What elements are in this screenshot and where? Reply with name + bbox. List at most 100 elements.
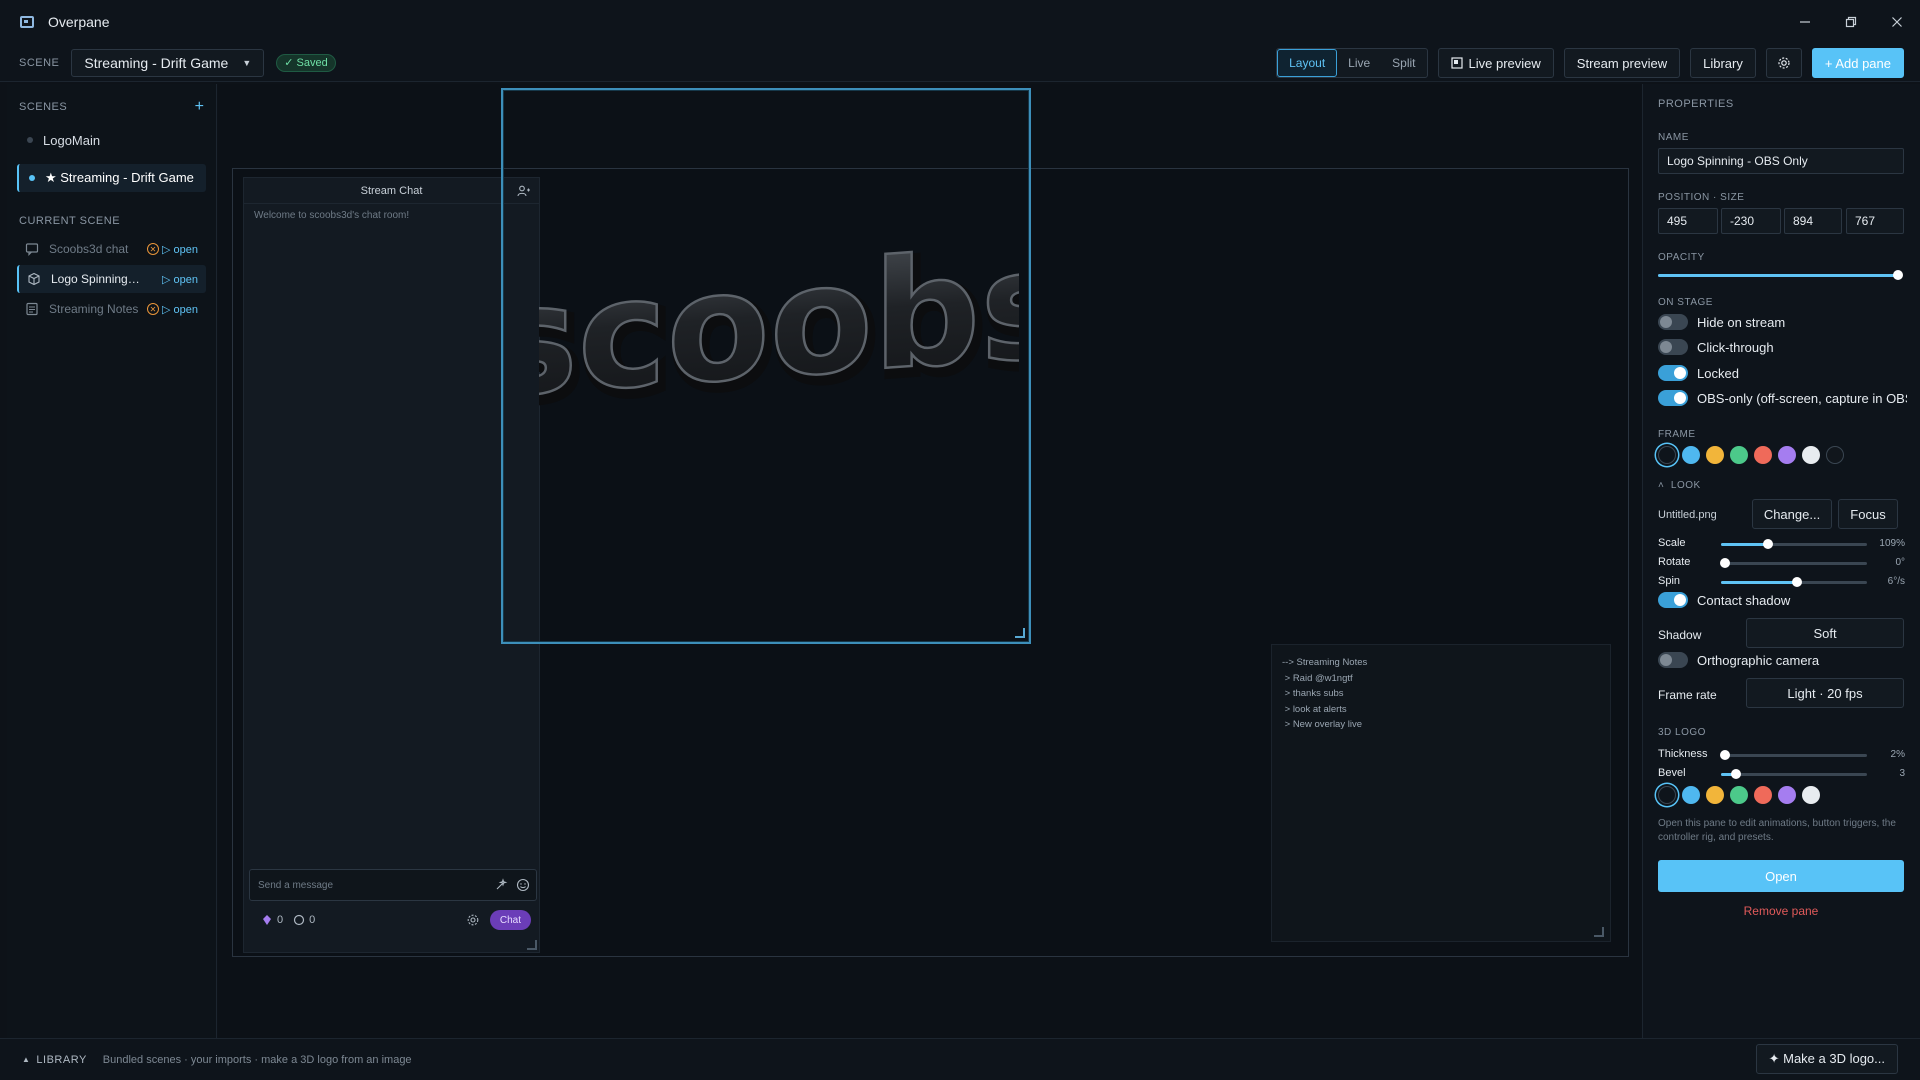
remove-pane-link[interactable]: Remove pane <box>1658 904 1904 918</box>
scale-slider-knob[interactable] <box>1762 539 1773 549</box>
opacity-slider-knob[interactable] <box>1893 270 1903 280</box>
logo-color-swatch[interactable] <box>1730 786 1748 804</box>
frame-color-swatch[interactable] <box>1754 446 1772 464</box>
scale-slider[interactable] <box>1721 539 1867 549</box>
thickness-value: 2% <box>1890 749 1905 760</box>
open-pane-button[interactable]: Open <box>1658 860 1904 892</box>
scenes-header: SCENES + <box>7 84 216 116</box>
emoji-icon[interactable] <box>516 878 530 892</box>
orthographic-camera-toggle[interactable] <box>1658 652 1688 668</box>
spin-slider[interactable] <box>1721 577 1867 587</box>
logo-color-swatch[interactable] <box>1682 786 1700 804</box>
caret-up-icon: ▲ <box>22 1055 31 1064</box>
caret-down-icon: ▼ <box>242 57 252 68</box>
pane-item-logo-spinning[interactable]: Logo Spinning - OBS Only ▷ open <box>17 265 206 293</box>
open-pane-link[interactable]: ▷ open <box>162 303 198 316</box>
logo-color-swatch[interactable] <box>1778 786 1796 804</box>
pane-item-notes[interactable]: Streaming Notes ✕ ▷ open <box>17 295 206 323</box>
mode-live[interactable]: Live <box>1337 49 1381 77</box>
open-pane-link[interactable]: ▷ open <box>162 273 198 286</box>
frame-color-swatch[interactable] <box>1802 446 1820 464</box>
logo-pane-selection[interactable]: scoobs scoobs <box>501 88 1031 644</box>
chat-pane[interactable]: Stream Chat Welcome to scoobs3d's chat r… <box>243 177 540 953</box>
hide-on-stream-toggle[interactable] <box>1658 314 1688 330</box>
resize-handle[interactable] <box>1015 628 1025 638</box>
logo-color-swatch[interactable] <box>1754 786 1772 804</box>
live-preview-button[interactable]: Live preview <box>1437 48 1554 78</box>
stream-preview-button[interactable]: Stream preview <box>1563 48 1681 78</box>
logo-3d: scoobs scoobs <box>539 250 1019 410</box>
points-count-value: 0 <box>309 914 316 926</box>
frame-rate-label: Frame rate <box>1658 688 1717 702</box>
scene-item-streaming-drift-game[interactable]: ★ Streaming - Drift Game <box>17 164 206 192</box>
frame-color-swatch[interactable] <box>1730 446 1748 464</box>
bevel-slider[interactable] <box>1721 769 1867 779</box>
live-preview-label: Live preview <box>1468 55 1541 71</box>
click-through-toggle[interactable] <box>1658 339 1688 355</box>
gear-icon[interactable] <box>466 913 480 927</box>
scene-item-logomain[interactable]: LogoMain <box>17 126 206 154</box>
pane-item-chat[interactable]: Scoobs3d chat ✕ ▷ open <box>17 235 206 263</box>
library-subtitle: Bundled scenes · your imports · make a 3… <box>102 1053 412 1066</box>
spin-slider-knob[interactable] <box>1791 577 1802 587</box>
logo-color-swatch[interactable] <box>1802 786 1820 804</box>
bevel-slider-knob[interactable] <box>1730 769 1741 779</box>
frame-color-swatch[interactable] <box>1658 446 1676 464</box>
obs-only-toggle[interactable] <box>1658 390 1688 406</box>
rotate-value: 0° <box>1895 557 1905 568</box>
minimize-button[interactable] <box>1782 0 1828 44</box>
sparkle-icon[interactable] <box>494 878 508 892</box>
chat-icon <box>25 242 39 256</box>
preview-icon <box>1450 57 1463 69</box>
rotate-slider[interactable] <box>1720 558 1867 568</box>
sidebar: SCENES + LogoMain ★ Streaming - Drift Ga… <box>7 84 217 1038</box>
opacity-slider[interactable] <box>1658 270 1903 280</box>
scale-label: Scale <box>1658 537 1686 549</box>
scene-item-label: LogoMain <box>43 132 101 148</box>
logo-color-swatch[interactable] <box>1658 786 1676 804</box>
library-button[interactable]: Library <box>1690 48 1756 78</box>
open-pane-link[interactable]: ▷ open <box>162 243 198 256</box>
add-pane-button[interactable]: + Add pane <box>1811 48 1904 78</box>
chat-send-button[interactable]: Chat <box>489 910 531 930</box>
restore-button[interactable] <box>1828 0 1874 44</box>
make-3d-logo-button[interactable]: ✦ Make a 3D logo... <box>1755 1044 1898 1074</box>
frame-color-swatch[interactable] <box>1826 446 1844 464</box>
mode-layout[interactable]: Layout <box>1277 49 1338 77</box>
scenes-label: SCENES <box>19 101 68 113</box>
contact-shadow-toggle[interactable] <box>1658 592 1688 608</box>
chat-message-input[interactable]: Send a message <box>249 869 537 901</box>
change-image-button[interactable]: Change... <box>1752 499 1832 529</box>
current-scene-label: CURRENT SCENE <box>19 215 121 227</box>
frame-color-swatch[interactable] <box>1778 446 1796 464</box>
position-x-input[interactable]: 495 <box>1658 208 1718 234</box>
shadow-select[interactable]: Soft <box>1746 618 1904 648</box>
mode-switch: Layout Live Split <box>1276 48 1428 78</box>
frame-color-swatch[interactable] <box>1682 446 1700 464</box>
mode-split[interactable]: Split <box>1381 49 1426 77</box>
name-label: NAME <box>1658 132 1689 143</box>
name-input[interactable]: Logo Spinning - OBS Only <box>1658 148 1904 174</box>
position-y-input[interactable]: -230 <box>1721 208 1781 234</box>
notes-pane[interactable]: --> Streaming Notes > Raid @w1ngtf > tha… <box>1271 644 1611 942</box>
width-input[interactable]: 894 <box>1784 208 1842 234</box>
settings-button[interactable] <box>1765 48 1802 78</box>
add-scene-icon[interactable]: + <box>195 98 204 116</box>
thickness-slider-knob[interactable] <box>1720 750 1731 760</box>
rotate-label: Rotate <box>1658 556 1691 568</box>
resize-handle[interactable] <box>1594 927 1604 937</box>
frame-label: FRAME <box>1658 429 1696 440</box>
logo-color-swatch[interactable] <box>1706 786 1724 804</box>
rotate-slider-knob[interactable] <box>1720 558 1731 568</box>
scene-select[interactable]: Streaming - Drift Game ▼ <box>71 48 265 77</box>
resize-handle[interactable] <box>527 940 537 950</box>
close-button[interactable] <box>1874 0 1920 44</box>
frame-color-swatch[interactable] <box>1706 446 1724 464</box>
library-toggle[interactable]: ▲ LIBRARY <box>22 1054 87 1066</box>
chat-welcome: Welcome to scoobs3d's chat room! <box>254 210 410 221</box>
height-input[interactable]: 767 <box>1846 208 1904 234</box>
frame-rate-select[interactable]: Light · 20 fps <box>1746 678 1904 708</box>
focus-button[interactable]: Focus <box>1838 499 1898 529</box>
locked-toggle[interactable] <box>1658 365 1688 381</box>
thickness-slider[interactable] <box>1720 750 1867 760</box>
